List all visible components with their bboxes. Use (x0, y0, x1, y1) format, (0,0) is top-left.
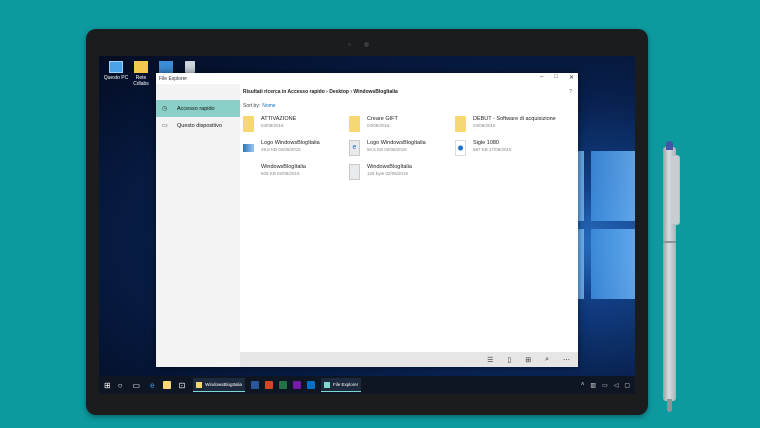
powerpoint-icon[interactable] (265, 381, 274, 389)
desktop-icon-label-2: Cdlabs (133, 81, 149, 87)
app-icon (324, 381, 331, 388)
image-thumbnail-icon (243, 144, 254, 152)
blank-file-icon (243, 164, 254, 180)
folder-icon (243, 116, 254, 132)
file-explorer-icon[interactable] (162, 381, 171, 389)
file-name: DEBUT - Software di acquisizione (473, 116, 556, 122)
maximize-button[interactable]: □ (554, 74, 558, 81)
pen-button (663, 241, 676, 243)
onenote-icon[interactable] (293, 381, 302, 389)
more-icon[interactable]: ⋯ (563, 356, 570, 364)
file-name: ATTIVAZIONE (261, 116, 297, 122)
grid-view-icon[interactable]: ⊞ (525, 356, 531, 364)
file-item[interactable]: Creare GIFT 04/08/2016 (349, 116, 453, 138)
file-meta: 505 KB 02/08/2015 (261, 171, 300, 176)
image-thumbnail-icon (455, 140, 466, 156)
word-icon[interactable] (251, 381, 260, 389)
folder-icon (196, 381, 203, 388)
file-meta: 126 byte 02/06/2015 (367, 171, 409, 176)
taskbar-task-label: WindowsBlogItalia (205, 382, 243, 387)
file-item[interactable]: e Logo WindowsBlogItalia 50,5 KB 02/06/2… (349, 140, 453, 162)
taskbar-task-file-explorer[interactable]: File Explorer (321, 378, 362, 392)
taskbar-task-label: File Explorer (333, 382, 359, 387)
folder-icon (349, 116, 360, 132)
surface-tablet: Questo PC Rete Cdlabs File Explorer – □ … (86, 29, 648, 415)
edge-document-icon: e (349, 140, 360, 156)
file-meta: 50,5 KB 02/06/2015 (367, 147, 407, 152)
taskbar-task-windowsblogitalia[interactable]: WindowsBlogItalia (193, 378, 246, 392)
nav-item-label: Questo dispositivo (177, 122, 222, 129)
file-name: WindowsBlogItalia (261, 164, 306, 170)
file-meta: 04/08/2016 (473, 123, 496, 128)
network-icon (159, 61, 173, 73)
window-title: File Explorer (159, 75, 188, 82)
title-bar[interactable]: File Explorer – □ ✕ (156, 73, 578, 84)
desktop-screen: Questo PC Rete Cdlabs File Explorer – □ … (99, 56, 635, 394)
chevron-up-icon[interactable]: ˄ (581, 382, 585, 389)
nav-item-label: Accesso rapido (177, 105, 215, 112)
cortana-icon[interactable]: ○ (118, 381, 123, 390)
volume-icon[interactable]: ◁ (614, 382, 619, 389)
excel-icon[interactable] (279, 381, 288, 389)
file-meta: 04/08/2016 (261, 123, 284, 128)
content-pane: Risultati ricerca in Accesso rapido › De… (240, 84, 578, 352)
sort-by[interactable]: Sort by: Nome (240, 100, 578, 111)
file-meta: 687 KB 27/08/2015 (473, 147, 512, 152)
command-bar: ☰ ▯ ⊞ ⌕ ⋯ (240, 352, 578, 367)
file-item[interactable]: DEBUT - Software di acquisizione 04/08/2… (455, 116, 559, 138)
pen-tip (667, 399, 672, 412)
navigation-pane: ◷ Accesso rapido ▭ Questo dispositivo (156, 84, 240, 367)
file-meta: 04/08/2016 (367, 123, 390, 128)
folder-icon (455, 116, 466, 132)
computer-icon (109, 61, 123, 73)
device-icon: ▭ (162, 123, 168, 129)
document-icon (349, 164, 360, 180)
sort-label: Sort by: (243, 102, 261, 109)
clock-icon: ◷ (162, 106, 168, 112)
nav-item-questo-dispositivo[interactable]: ▭ Questo dispositivo (156, 117, 240, 134)
folder-icon (134, 61, 148, 73)
front-camera (364, 42, 369, 47)
sensor (348, 43, 351, 46)
file-item[interactable]: WindowsBlogItalia 126 byte 02/06/2015 (349, 164, 453, 186)
edge-icon[interactable]: e (150, 381, 154, 390)
sort-value[interactable]: Nome (262, 103, 275, 109)
recycle-bin-icon (185, 61, 195, 73)
close-button[interactable]: ✕ (569, 74, 574, 81)
breadcrumb[interactable]: Risultati ricerca in Accesso rapido › De… (240, 84, 578, 100)
notifications-icon[interactable]: ▢ (624, 382, 630, 389)
desktop-icon-label: Questo PC (103, 75, 129, 81)
battery-icon[interactable]: ▭ (602, 382, 608, 389)
task-view-icon[interactable]: ▭ (133, 381, 141, 390)
breadcrumb-path: Risultati ricerca in Accesso rapido › De… (243, 89, 398, 95)
surface-pen (660, 141, 681, 412)
file-name: Logo WindowsBlogItalia (261, 140, 320, 146)
file-item[interactable]: ATTIVAZIONE 04/08/2016 (243, 116, 347, 138)
file-name: WindowsBlogItalia (367, 164, 412, 170)
pen-clip (671, 155, 680, 225)
network-icon[interactable]: ▥ (590, 382, 596, 389)
outlook-icon[interactable] (307, 381, 316, 389)
file-name: Sigle 1080 (473, 140, 499, 146)
file-explorer-window: File Explorer – □ ✕ ◷ Accesso rapido ▭ Q… (156, 73, 578, 367)
phone-icon[interactable]: ▯ (507, 356, 511, 364)
minimize-button[interactable]: – (540, 74, 543, 81)
nav-item-accesso-rapido[interactable]: ◷ Accesso rapido (156, 100, 240, 117)
start-button[interactable]: ⊞ (104, 381, 111, 390)
system-tray: ˄ ▥ ▭ ◁ ▢ (581, 382, 630, 389)
file-item[interactable]: Sigle 1080 687 KB 27/08/2015 (455, 140, 559, 162)
file-item[interactable]: WindowsBlogItalia 505 KB 02/08/2015 (243, 164, 347, 186)
search-icon[interactable]: ⌕ (545, 356, 549, 364)
taskbar: ⊞ ○ ▭ e ⊡ WindowsBlogItalia File Explore… (99, 376, 635, 394)
store-icon[interactable]: ⊡ (179, 381, 186, 390)
list-view-icon[interactable]: ☰ (487, 356, 493, 364)
help-button[interactable]: ? (569, 89, 572, 95)
pen-eraser-cap (666, 141, 673, 150)
file-item[interactable]: Logo WindowsBlogItalia 49,8 KB 04/06/201… (243, 140, 347, 162)
file-name: Creare GIFT (367, 116, 398, 122)
file-meta: 49,8 KB 04/06/2015 (261, 147, 301, 152)
file-name: Logo WindowsBlogItalia (367, 140, 426, 146)
